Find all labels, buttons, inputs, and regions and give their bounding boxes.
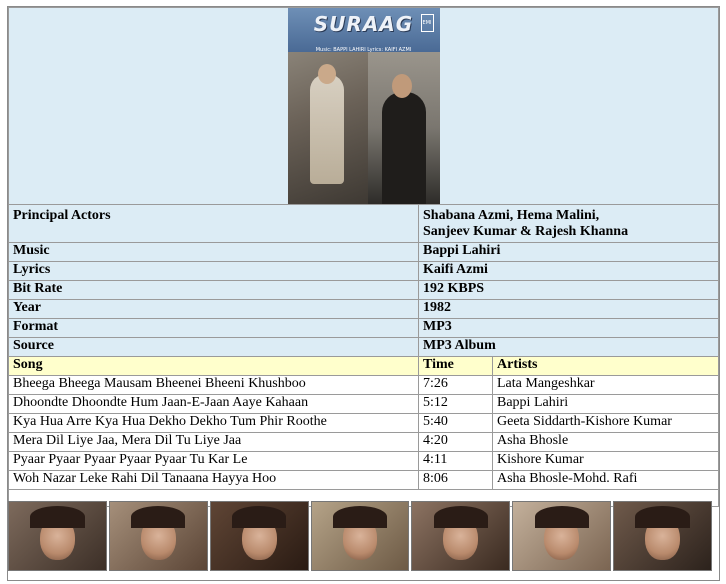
- song-title: Woh Nazar Leke Rahi Dil Tanaana Hayya Ho…: [8, 470, 419, 490]
- song-time: 7:26: [418, 375, 493, 395]
- song-time: 5:12: [418, 394, 493, 414]
- info-value-line2: Sanjeev Kumar & Rajesh Khanna: [423, 224, 629, 239]
- info-label: Format: [8, 318, 419, 338]
- photo-strip: [8, 501, 713, 571]
- cover-label-badge: EMI: [420, 14, 434, 32]
- info-value: 192 KBPS: [418, 280, 719, 300]
- song-artists: Asha Bhosle: [492, 432, 719, 452]
- info-value-line1: Shabana Azmi, Hema Malini,: [423, 208, 600, 223]
- cover-photo-actor: [367, 52, 440, 204]
- info-value: Kaifi Azmi: [418, 261, 719, 281]
- song-artists: Bappi Lahiri: [492, 394, 719, 414]
- song-title: Pyaar Pyaar Pyaar Pyaar Pyaar Tu Kar Le: [8, 451, 419, 471]
- photo-thumbnail: [108, 501, 208, 571]
- table-row: Dhoondte Dhoondte Hum Jaan-E-Jaan Aaye K…: [8, 394, 719, 414]
- table-row: Bheega Bheega Mausam Bheenei Bheeni Khus…: [8, 375, 719, 395]
- col-time-header: Time: [418, 356, 493, 376]
- info-label: Year: [8, 299, 419, 319]
- info-value: 1982: [418, 299, 719, 319]
- photo-thumbnail: [512, 501, 612, 571]
- photo-thumbnail: [209, 501, 309, 571]
- song-artists: Lata Mangeshkar: [492, 375, 719, 395]
- photo-thumbnail: [411, 501, 511, 571]
- table-row: Pyaar Pyaar Pyaar Pyaar Pyaar Tu Kar Le …: [8, 451, 719, 471]
- info-label: Lyrics: [8, 261, 419, 281]
- photo-thumbnail: [310, 501, 410, 571]
- info-row-lyrics: Lyrics Kaifi Azmi: [8, 261, 719, 281]
- info-row-actors: Principal Actors Shabana Azmi, Hema Mali…: [8, 204, 719, 243]
- song-time: 5:40: [418, 413, 493, 433]
- album-card: SURAAG EMI Music: BAPPI LAHIRI Lyrics: K…: [7, 6, 720, 581]
- table-row: Mera Dil Liye Jaa, Mera Dil Tu Liye Jaa …: [8, 432, 719, 452]
- col-song-header: Song: [8, 356, 419, 376]
- songs-header-row: Song Time Artists: [8, 356, 719, 376]
- info-label: Source: [8, 337, 419, 357]
- song-title: Dhoondte Dhoondte Hum Jaan-E-Jaan Aaye K…: [8, 394, 419, 414]
- info-value: MP3: [418, 318, 719, 338]
- song-title: Mera Dil Liye Jaa, Mera Dil Tu Liye Jaa: [8, 432, 419, 452]
- info-label: Music: [8, 242, 419, 262]
- song-artists: Asha Bhosle-Mohd. Rafi: [492, 470, 719, 490]
- info-row-format: Format MP3: [8, 318, 719, 338]
- info-value: MP3 Album: [418, 337, 719, 357]
- song-time: 4:11: [418, 451, 493, 471]
- song-title: Bheega Bheega Mausam Bheenei Bheeni Khus…: [8, 375, 419, 395]
- cover-cell: SURAAG EMI Music: BAPPI LAHIRI Lyrics: K…: [8, 7, 719, 205]
- album-cover-image: SURAAG EMI Music: BAPPI LAHIRI Lyrics: K…: [287, 8, 440, 204]
- info-row-bitrate: Bit Rate 192 KBPS: [8, 280, 719, 300]
- info-value: Shabana Azmi, Hema Malini, Sanjeev Kumar…: [418, 204, 719, 243]
- photo-thumbnail: [613, 501, 713, 571]
- cover-title: SURAAG: [313, 12, 414, 36]
- col-artists-header: Artists: [492, 356, 719, 376]
- song-time: 4:20: [418, 432, 493, 452]
- song-artists: Kishore Kumar: [492, 451, 719, 471]
- song-time: 8:06: [418, 470, 493, 490]
- info-label: Bit Rate: [8, 280, 419, 300]
- table-row: Woh Nazar Leke Rahi Dil Tanaana Hayya Ho…: [8, 470, 719, 490]
- song-title: Kya Hua Arre Kya Hua Dekho Dekho Tum Phi…: [8, 413, 419, 433]
- album-table: SURAAG EMI Music: BAPPI LAHIRI Lyrics: K…: [8, 7, 719, 507]
- info-value: Bappi Lahiri: [418, 242, 719, 262]
- info-row-source: Source MP3 Album: [8, 337, 719, 357]
- cover-photo-actress: [287, 52, 368, 204]
- table-row: Kya Hua Arre Kya Hua Dekho Dekho Tum Phi…: [8, 413, 719, 433]
- song-artists: Geeta Siddarth-Kishore Kumar: [492, 413, 719, 433]
- photo-thumbnail: [8, 501, 107, 571]
- info-row-music: Music Bappi Lahiri: [8, 242, 719, 262]
- info-row-year: Year 1982: [8, 299, 719, 319]
- info-label: Principal Actors: [8, 204, 419, 243]
